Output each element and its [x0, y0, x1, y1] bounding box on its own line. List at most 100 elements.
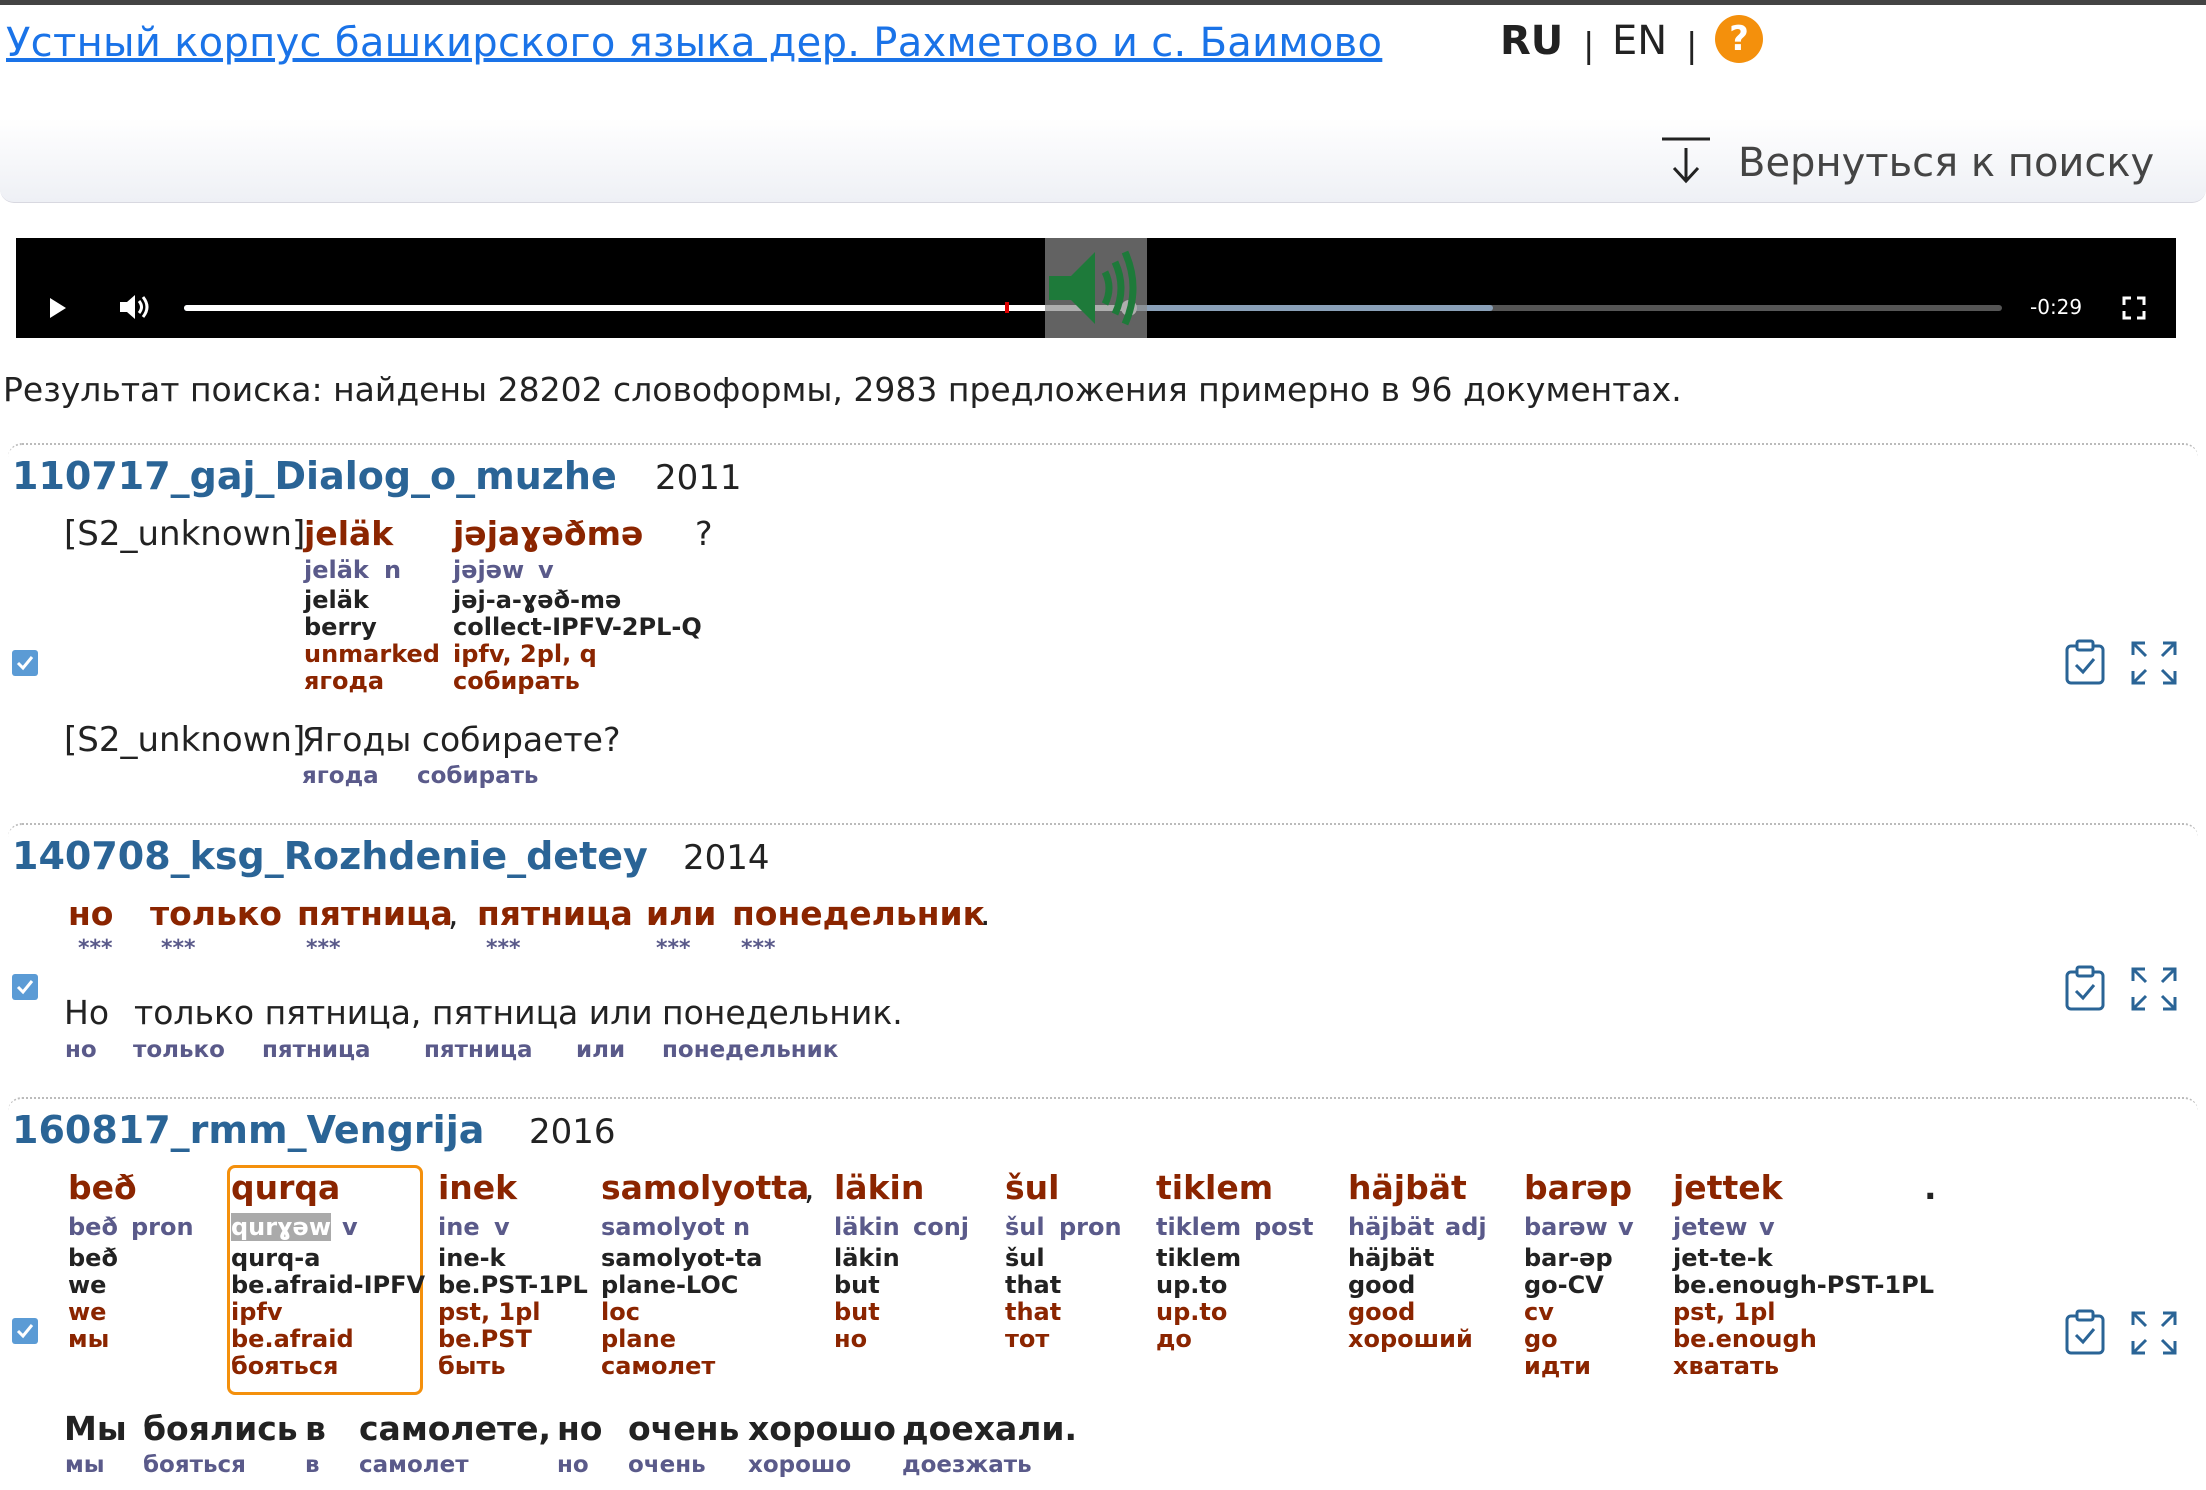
word-morph: bar-əp: [1524, 1244, 1613, 1272]
result-checkbox[interactable]: [12, 1318, 38, 1344]
word-lemma: jeläk: [304, 556, 369, 584]
word-ru: до: [1156, 1325, 1192, 1353]
clipboard-check-icon[interactable]: [2064, 1309, 2106, 1355]
expand-icon[interactable]: [2130, 1310, 2178, 1356]
translation-text: боялись: [143, 1409, 298, 1448]
doc-title-link[interactable]: 110717_gaj_Dialog_o_muzhe: [12, 454, 617, 498]
speaker-overlay[interactable]: [1045, 238, 1147, 338]
download-arrow-icon[interactable]: [1660, 136, 1712, 186]
word-gloss: that: [1005, 1271, 1062, 1299]
translation-text: только пятница, пятница или: [134, 993, 653, 1032]
translation-text: Мы: [64, 1409, 127, 1448]
word-lemma: jetew: [1673, 1213, 1748, 1241]
word-form[interactable]: barəp: [1524, 1168, 1632, 1207]
doc-year: 2011: [655, 458, 742, 498]
word-form[interactable]: šul: [1005, 1168, 1059, 1207]
word-lemma: tiklem: [1156, 1213, 1242, 1241]
speaker-icon: [1049, 250, 1137, 326]
word-annotation: ***: [306, 936, 341, 961]
word-morph: ine-k: [438, 1244, 506, 1272]
word-ru: хороший: [1348, 1325, 1473, 1353]
word-morph: tiklem: [1156, 1244, 1242, 1272]
word-tags: that: [1005, 1298, 1062, 1326]
punctuation: ,: [448, 894, 459, 933]
word-lemma: beð: [68, 1213, 118, 1241]
word-morph: beð: [68, 1244, 118, 1272]
play-icon[interactable]: [48, 296, 68, 320]
word-pos: n: [733, 1213, 751, 1241]
back-to-search-link[interactable]: Вернуться к поиску: [1738, 140, 2154, 186]
word-form[interactable]: jəjaɣəðmə: [453, 514, 643, 553]
doc-title-link[interactable]: 160817_rmm_Vengrija: [12, 1108, 484, 1152]
result-checkbox[interactable]: [12, 650, 38, 676]
top-border: [0, 0, 2206, 5]
checkbox-checked-icon: [16, 1324, 34, 1339]
fullscreen-icon[interactable]: [2122, 296, 2146, 320]
lang-en-link[interactable]: EN: [1612, 18, 1667, 64]
word-ru: ягода: [304, 667, 385, 695]
word-form[interactable]: пятница: [297, 894, 453, 933]
word-form[interactable]: samolyotta: [601, 1168, 809, 1207]
word-form[interactable]: jettek: [1673, 1168, 1783, 1207]
word-tags: but: [834, 1298, 880, 1326]
word-form[interactable]: qurqa: [231, 1168, 340, 1207]
word-annotation: ***: [486, 936, 521, 961]
word-gloss: be.PST-1PL: [438, 1271, 588, 1299]
word-form[interactable]: пятница: [477, 894, 633, 933]
word-lemma: jəjəw: [453, 556, 525, 584]
word-pos: v: [1759, 1213, 1775, 1241]
expand-icon[interactable]: [2130, 640, 2178, 686]
speaker-label: [S2_unknown]: [64, 720, 306, 760]
word-morph: jəj-a-ɣəð-mə: [453, 586, 622, 614]
translation-text: доехали.: [902, 1409, 1078, 1448]
punctuation: ,: [804, 1168, 815, 1207]
word-gloss: berry: [304, 613, 377, 641]
word-morph: šul: [1005, 1244, 1045, 1272]
word-form[interactable]: но: [68, 894, 113, 933]
word-form[interactable]: häjbät: [1348, 1168, 1467, 1207]
word-tags: unmarked: [304, 640, 440, 668]
word-ru: тот: [1005, 1325, 1050, 1353]
volume-icon[interactable]: [118, 292, 152, 322]
result-summary: Результат поиска: найдены 28202 словофор…: [3, 370, 1682, 409]
lang-ru-link[interactable]: RU: [1500, 18, 1563, 64]
word-morph: jeläk: [304, 586, 369, 614]
word-ru: идти: [1524, 1352, 1591, 1380]
word-ru: бояться: [231, 1352, 339, 1380]
result-checkbox[interactable]: [12, 974, 38, 1000]
clipboard-check-icon[interactable]: [2064, 639, 2106, 685]
checkbox-checked-icon: [16, 656, 34, 671]
word-form[interactable]: beð: [68, 1168, 137, 1207]
word-gloss: good: [1348, 1271, 1416, 1299]
word-form[interactable]: tiklem: [1156, 1168, 1273, 1207]
word-form[interactable]: или: [646, 894, 716, 933]
word-pos: post: [1254, 1213, 1314, 1241]
clipboard-check-icon[interactable]: [2064, 965, 2106, 1011]
help-button[interactable]: ?: [1715, 15, 1763, 63]
word-tags: loc: [601, 1298, 640, 1326]
lang-separator: |: [1686, 26, 1698, 66]
word-form[interactable]: понедельник: [732, 894, 985, 933]
translation-lemma: понедельник: [662, 1037, 839, 1063]
word-form[interactable]: только: [150, 894, 282, 933]
site-title-link[interactable]: Устный корпус башкирского языка дер. Рах…: [6, 20, 1382, 66]
word-morph: samolyot-ta: [601, 1244, 763, 1272]
word-gloss: but: [834, 1271, 880, 1299]
seek-marker: [1005, 302, 1009, 313]
expand-icon[interactable]: [2130, 966, 2178, 1012]
word-pos: v: [1618, 1213, 1634, 1241]
word-form[interactable]: jeläk: [304, 514, 393, 553]
word-tags: we: [68, 1298, 107, 1326]
doc-title-link[interactable]: 140708_ksg_Rozhdenie_detey: [12, 834, 648, 878]
word-ru2: be.afraid: [231, 1325, 354, 1353]
word-morph: häjbät: [1348, 1244, 1435, 1272]
word-lemma: qurɣəw: [231, 1213, 331, 1241]
word-tags: cv: [1524, 1298, 1554, 1326]
word-annotation: ***: [656, 936, 691, 961]
word-form[interactable]: inek: [438, 1168, 517, 1207]
word-ru2: plane: [601, 1325, 676, 1353]
word-lemma: samolyot: [601, 1213, 725, 1241]
translation-text: Но: [64, 993, 110, 1032]
word-form[interactable]: läkin: [834, 1168, 924, 1207]
translation-lemma: но: [557, 1452, 589, 1478]
